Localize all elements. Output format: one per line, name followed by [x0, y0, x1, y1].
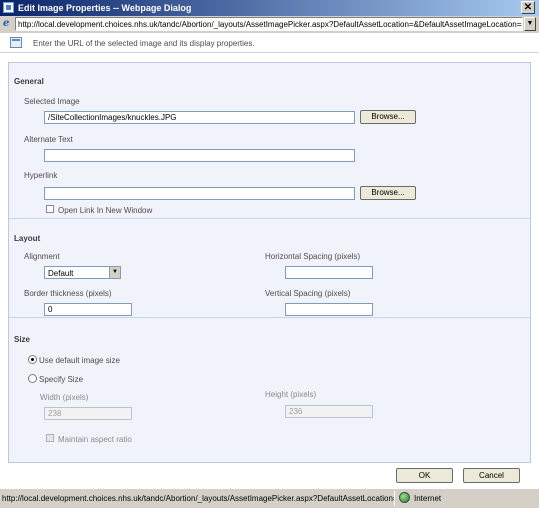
- ok-button[interactable]: OK: [396, 468, 453, 483]
- cancel-button[interactable]: Cancel: [463, 468, 520, 483]
- status-url: http://local.development.choices.nhs.uk/…: [2, 494, 394, 503]
- height-input[interactable]: 236: [285, 405, 373, 418]
- address-field[interactable]: http://local.development.choices.nhs.uk/…: [15, 17, 523, 31]
- vertical-spacing-input[interactable]: [285, 303, 373, 316]
- border-thickness-label: Border thickness (pixels): [24, 289, 112, 298]
- ie-page-icon: e: [3, 18, 10, 29]
- browse-image-button[interactable]: Browse...: [360, 110, 416, 124]
- general-section: General Selected Image /SiteCollectionIm…: [9, 63, 530, 219]
- window-title: Edit Image Properties -- Webpage Dialog: [18, 3, 192, 13]
- address-bar: e http://local.development.choices.nhs.u…: [0, 16, 539, 33]
- alternate-text-label: Alternate Text: [24, 135, 73, 144]
- vertical-spacing-label: Vertical Spacing (pixels): [265, 289, 351, 298]
- dialog-window-icon: [3, 2, 14, 13]
- dialog-button-row: OK Cancel: [0, 465, 539, 488]
- properties-panel: General Selected Image /SiteCollectionIm…: [8, 62, 531, 463]
- use-default-size-radio[interactable]: [28, 355, 37, 364]
- status-bar: http://local.development.choices.nhs.uk/…: [0, 488, 539, 508]
- horizontal-spacing-input[interactable]: [285, 266, 373, 279]
- alternate-text-input[interactable]: [44, 149, 355, 162]
- height-label: Height (pixels): [265, 390, 317, 399]
- dialog-hint-text: Enter the URL of the selected image and …: [33, 39, 255, 48]
- chevron-down-icon: ▼: [109, 267, 120, 278]
- maintain-aspect-label: Maintain aspect ratio: [58, 435, 132, 444]
- maintain-aspect-checkbox[interactable]: [46, 434, 54, 442]
- size-section: Size Use default image size Specify Size…: [9, 319, 530, 463]
- alignment-select[interactable]: Default ▼: [44, 266, 121, 279]
- dialog-hint-row: Enter the URL of the selected image and …: [0, 33, 539, 53]
- open-new-window-label: Open Link In New Window: [58, 206, 153, 215]
- alignment-value: Default: [48, 269, 74, 278]
- specify-size-radio[interactable]: [28, 374, 37, 383]
- layout-heading: Layout: [14, 234, 41, 243]
- border-thickness-input[interactable]: 0: [44, 303, 132, 316]
- use-default-size-label: Use default image size: [39, 356, 120, 365]
- horizontal-spacing-label: Horizontal Spacing (pixels): [265, 252, 361, 261]
- selected-image-label: Selected Image: [24, 97, 80, 106]
- status-divider: [394, 491, 395, 506]
- open-new-window-checkbox[interactable]: [46, 205, 54, 213]
- width-input[interactable]: 238: [44, 407, 132, 420]
- hyperlink-label: Hyperlink: [24, 171, 58, 180]
- width-label: Width (pixels): [40, 393, 89, 402]
- address-dropdown-icon[interactable]: ▼: [524, 17, 536, 31]
- browse-hyperlink-button[interactable]: Browse...: [360, 186, 416, 200]
- hyperlink-input[interactable]: [44, 187, 355, 200]
- alignment-label: Alignment: [24, 252, 60, 261]
- dialog-info-icon: [10, 37, 22, 48]
- close-icon[interactable]: ✕: [521, 1, 535, 14]
- dialog-page: Enter the URL of the selected image and …: [0, 33, 539, 488]
- window-titlebar: Edit Image Properties -- Webpage Dialog …: [0, 0, 539, 16]
- layout-section: Layout Alignment Default ▼ Border thickn…: [9, 220, 530, 318]
- general-heading: General: [14, 77, 44, 86]
- globe-icon: [399, 492, 410, 503]
- specify-size-label: Specify Size: [39, 375, 84, 384]
- size-heading: Size: [14, 335, 31, 344]
- selected-image-input[interactable]: /SiteCollectionImages/knuckles.JPG: [44, 111, 355, 124]
- security-zone-label: Internet: [414, 494, 442, 503]
